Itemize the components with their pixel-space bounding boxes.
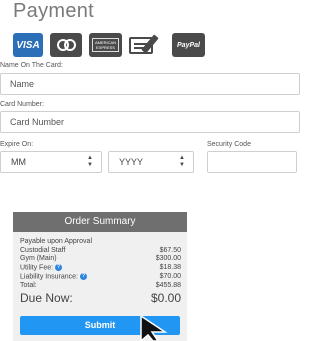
summary-row-label: Utility Fee: [20,264,54,272]
summary-row-label: Total: [20,281,37,289]
card-number-input[interactable]: Card Number [0,111,300,133]
name-input[interactable]: Name [0,73,300,95]
due-now-amount: $0.00 [150,291,181,306]
generic-card-icon [129,33,165,57]
security-code-label: Security Code [207,141,251,148]
info-icon[interactable]: ? [55,263,63,271]
summary-row-amount: $18.38 [159,263,181,271]
summary-row-amount: $70.00 [159,272,181,280]
month-value: MM [11,157,26,167]
info-icon[interactable]: ? [79,272,87,280]
year-select[interactable]: YYYY ▲ ▼ [108,151,194,173]
visa-text: VISA [16,39,40,51]
due-now-label: Due Now: [20,291,73,306]
summary-row: Custodial Staff $67.50 [20,247,181,256]
summary-row-amount: $67.50 [159,246,181,254]
summary-row-amount: $300.00 [155,255,181,263]
summary-row-amount: $455.88 [155,281,181,289]
security-code-input[interactable] [207,151,297,173]
paypal-icon: PayPal [172,33,205,57]
payable-note-text: Payable upon Approval [20,238,92,245]
paypal-text: PayPal [177,41,200,49]
summary-row-label: Liability Insurance: [20,273,78,281]
select-arrows-icon: ▲ ▼ [87,155,93,168]
card-icons: VISA AMERICAN EXPRESS PayPal [13,33,205,57]
expire-label: Expire On: [0,141,34,148]
amex-icon: AMERICAN EXPRESS [89,33,122,57]
name-placeholder: Name [10,79,35,89]
due-now-row: Due Now: $0.00 [13,291,187,305]
mastercard-icon [50,33,82,57]
summary-row: Utility Fee:? $18.38 [20,263,181,273]
summary-row-label: Custodial Staff [20,246,66,254]
amex-text: AMERICAN EXPRESS [91,38,120,52]
payable-note: Payable upon Approval [20,238,181,247]
summary-row-label: Gym (Main) [20,255,57,263]
card-number-placeholder: Card Number [10,117,65,127]
select-arrows-icon: ▲ ▼ [179,155,185,168]
summary-row: Gym (Main) $300.00 [20,255,181,264]
summary-row: Total: $455.88 [20,282,181,291]
visa-icon: VISA [13,33,43,57]
name-label: Name On The Card: [0,62,63,69]
order-summary-title: Order Summary [13,212,187,232]
year-value: YYYY [119,157,144,167]
mouse-pointer-icon [140,316,168,341]
card-number-label: Card Number: [0,101,44,108]
page-title: Payment [13,0,95,22]
summary-row: Liability Insurance:? $70.00 [20,272,181,282]
month-select[interactable]: MM ▲ ▼ [0,151,102,173]
